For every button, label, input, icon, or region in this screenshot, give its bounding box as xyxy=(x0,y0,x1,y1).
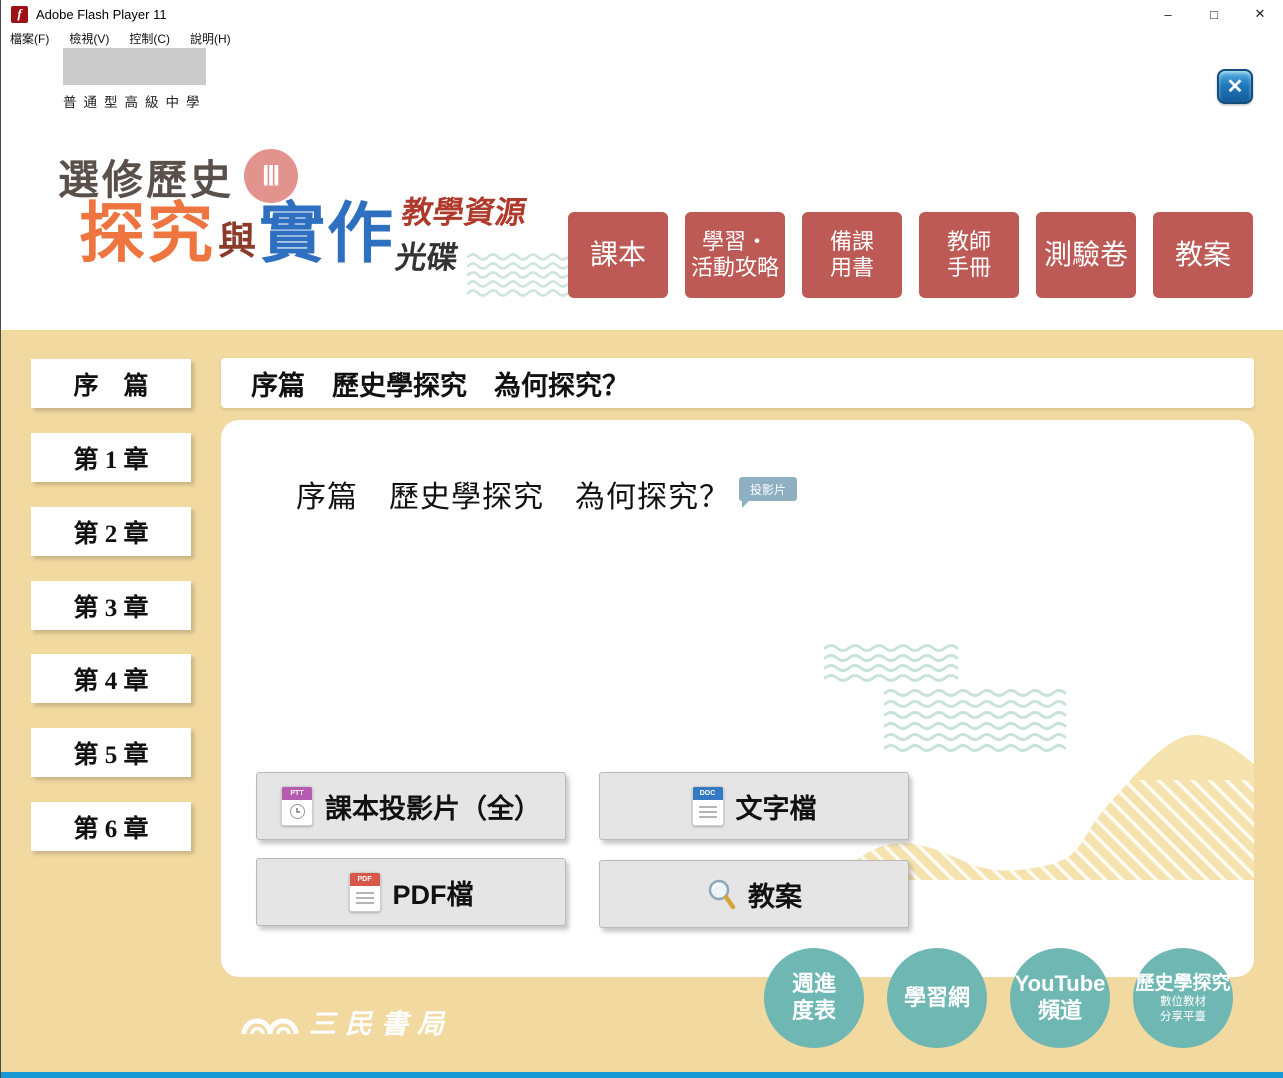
window-bottom-accent xyxy=(1,1072,1283,1078)
close-icon: ✕ xyxy=(1227,74,1244,99)
sidebar-item-preface[interactable]: 序 篇 xyxy=(31,359,191,408)
app-close-button[interactable]: ✕ xyxy=(1217,69,1253,104)
school-type-label: 普通型高級中學 xyxy=(63,91,207,111)
button-label: 教案 xyxy=(748,875,802,914)
button-textbook-slides-all[interactable]: PTT 課本投影片（全） xyxy=(256,772,566,840)
publisher-logo: 三民書局 xyxy=(241,1002,453,1041)
button-label: 文字檔 xyxy=(736,787,817,826)
sidebar-item-chapter5[interactable]: 第 5 章 xyxy=(31,728,191,777)
link-youtube-channel[interactable]: YouTube 頻道 xyxy=(1010,948,1110,1048)
menu-file[interactable]: 檔案(F) xyxy=(10,30,49,47)
wave-decoration xyxy=(467,252,569,300)
section-header-text: 序篇 歷史學探究 為何探究？ xyxy=(251,364,629,403)
menu-help[interactable]: 說明(H) xyxy=(190,30,231,47)
content-panel: 序篇 歷史學探究 為何探究？ 投影片 xyxy=(221,420,1254,977)
pdf-file-icon: PDF xyxy=(349,872,381,912)
nav-button-textbook[interactable]: 課本 xyxy=(568,212,668,298)
button-pdf-file[interactable]: PDF PDF檔 xyxy=(256,858,566,926)
magnifier-icon xyxy=(706,878,736,910)
button-label: 課本投影片（全） xyxy=(325,787,541,826)
window-title: Adobe Flash Player 11 xyxy=(36,7,167,22)
sidebar-item-chapter6[interactable]: 第 6 章 xyxy=(31,802,191,851)
sidebar-item-chapter4[interactable]: 第 4 章 xyxy=(31,654,191,703)
close-window-button[interactable]: ✕ xyxy=(1237,0,1283,28)
ppt-file-icon: PTT xyxy=(281,786,313,826)
publisher-logo-placeholder xyxy=(63,48,206,85)
sidebar-item-chapter3[interactable]: 第 3 章 xyxy=(31,581,191,630)
section-title: 序篇 歷史學探究 為何探究？ xyxy=(296,472,730,516)
link-history-inquiry-platform[interactable]: 歷史學探究 數位教材 分享平臺 xyxy=(1133,948,1233,1048)
flash-player-window: f Adobe Flash Player 11 – □ ✕ 檔案(F) 檢視(V… xyxy=(0,0,1283,1078)
flash-player-icon: f xyxy=(11,6,28,23)
nav-button-learning-activity-guide[interactable]: 學習‧ 活動攻略 xyxy=(685,212,785,298)
sidebar-item-chapter1[interactable]: 第 1 章 xyxy=(31,433,191,482)
menu-view[interactable]: 檢視(V) xyxy=(69,30,109,47)
button-lesson-plan[interactable]: 教案 xyxy=(599,860,909,928)
link-learning-website[interactable]: 學習網 xyxy=(887,948,987,1048)
volume-badge: Ⅲ xyxy=(244,149,298,203)
resource-type-nav: 課本 學習‧ 活動攻略 備課 用書 教師 手冊 測驗卷 教案 xyxy=(568,212,1253,298)
nav-button-lesson-plans[interactable]: 教案 xyxy=(1153,212,1253,298)
sidebar-item-chapter2[interactable]: 第 2 章 xyxy=(31,507,191,556)
main-title-conjunction: 與 xyxy=(218,223,256,261)
main-title-part2: 實作 xyxy=(259,200,395,266)
minimize-button[interactable]: – xyxy=(1145,0,1191,28)
section-header-bar: 序篇 歷史學探究 為何探究？ xyxy=(221,358,1254,408)
publisher-name: 三民書局 xyxy=(309,1002,453,1041)
menu-control[interactable]: 控制(C) xyxy=(129,30,170,47)
nav-button-teacher-manual[interactable]: 教師 手冊 xyxy=(919,212,1019,298)
resource-label-line1: 教學資源 xyxy=(399,190,529,235)
slide-tag-badge: 投影片 xyxy=(739,477,797,501)
nav-button-lesson-prep-book[interactable]: 備課 用書 xyxy=(802,212,902,298)
maximize-button[interactable]: □ xyxy=(1191,0,1237,28)
main-title-part1: 探究 xyxy=(79,200,215,266)
nav-button-test-papers[interactable]: 測驗卷 xyxy=(1036,212,1136,298)
button-text-file[interactable]: DOC 文字檔 xyxy=(599,772,909,840)
doc-file-icon: DOC xyxy=(692,786,724,826)
link-weekly-progress-chart[interactable]: 週進 度表 xyxy=(764,948,864,1048)
app-header: 普通型高級中學 ✕ 選修歷史 Ⅲ 探究 與 實作 教學資源 光碟 課本 xyxy=(1,48,1283,330)
main-area: 序 篇 第 1 章 第 2 章 第 3 章 第 4 章 第 5 章 第 6 章 … xyxy=(1,330,1283,1072)
publisher-arches-icon xyxy=(241,1009,299,1035)
button-label: PDF檔 xyxy=(393,873,474,912)
menu-bar: 檔案(F) 檢視(V) 控制(C) 說明(H) xyxy=(1,28,1283,48)
main-title: 探究 與 實作 xyxy=(79,200,395,266)
window-titlebar: f Adobe Flash Player 11 – □ ✕ xyxy=(1,0,1283,28)
window-controls: – □ ✕ xyxy=(1145,0,1283,28)
wave-decoration xyxy=(824,643,968,685)
